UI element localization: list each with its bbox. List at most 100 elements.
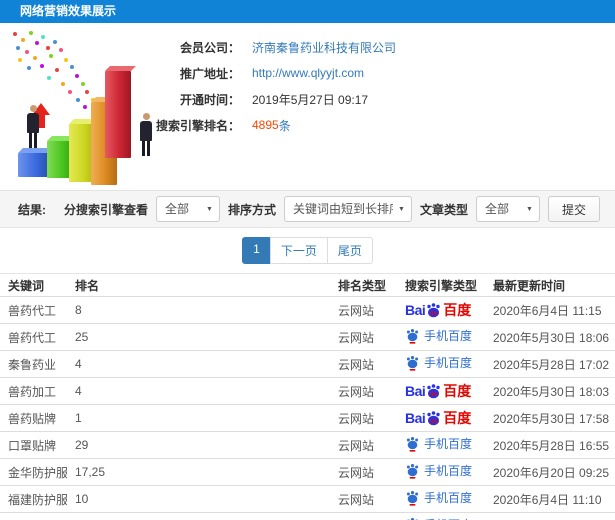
rank-link[interactable]: 10	[67, 485, 330, 513]
rank-type-cell: 云网站	[330, 323, 397, 351]
filter-controls: 分搜索引擎查看 全部 排序方式 关键词由短到长排序 文章类型 全部 提交	[64, 196, 600, 222]
keyword-cell: 兽药代工	[0, 323, 67, 351]
article-type-select[interactable]: 全部	[476, 197, 539, 221]
rank-type-cell: 云网站	[330, 296, 397, 324]
rank-link[interactable]: 4	[67, 350, 330, 378]
page-title: 网络营销效果展示	[20, 4, 117, 18]
rank-link[interactable]: 17,25	[67, 458, 330, 486]
company-label: 会员公司：	[179, 40, 240, 55]
open-time-value: 2019年5月27日 09:17	[252, 92, 369, 107]
table-row: 手机百度	[0, 512, 615, 520]
businessman-figure-left	[25, 105, 41, 148]
table-row: 兽药加工 4 云网站 Bai du 百度 2020年5月30日 18:03	[0, 377, 615, 405]
sort-label: 排序方式	[227, 202, 276, 217]
updated-time-cell	[485, 512, 615, 520]
table-header-row: 关键词 排名 排名类型 搜索引擎类型 最新更新时间	[0, 273, 615, 297]
table-row: 福建防护服 10 云网站 手机百度 2020年6月4日 11:10	[0, 485, 615, 513]
updated-time-cell: 2020年6月4日 11:10	[485, 485, 615, 513]
mobile-baidu-link[interactable]: 手机百度	[405, 327, 472, 344]
rank-type-cell: 云网站	[330, 485, 397, 513]
keyword-ranking-table: 关键词 排名 排名类型 搜索引擎类型 最新更新时间 兽药代工 8 云网站 Bai…	[0, 273, 615, 520]
confetti-decoration	[13, 32, 17, 36]
updated-time-cell: 2020年5月30日 17:58	[485, 404, 615, 432]
filter-bar: 结果: 分搜索引擎查看 全部 排序方式 关键词由短到长排序 文章类型 全部 提交	[0, 190, 615, 228]
last-page-button[interactable]: 尾页	[326, 237, 373, 264]
mobile-baidu-link[interactable]: 手机百度	[405, 435, 472, 452]
mobile-baidu-link[interactable]: 手机百度	[405, 489, 472, 506]
illustration-bar-5	[105, 71, 131, 158]
company-name-link[interactable]: 济南秦鲁药业科技有限公司	[252, 39, 396, 56]
col-header-keyword: 关键词	[0, 273, 67, 297]
company-info-section: 会员公司： 济南秦鲁药业科技有限公司 推广地址： http://www.qlyy…	[0, 23, 615, 190]
engine-view-select[interactable]: 全部	[156, 197, 219, 221]
col-header-rank: 排名	[67, 273, 330, 297]
promo-url-link[interactable]: http://www.qlyyjt.com	[252, 66, 364, 80]
rank-link[interactable]: 1	[67, 404, 330, 432]
engine-type-cell: 手机百度	[397, 512, 485, 520]
rank-link[interactable]: 4	[67, 377, 330, 405]
page-1-button[interactable]: 1	[242, 237, 271, 264]
rank-type-cell: 云网站	[330, 431, 397, 459]
svg-text:du: du	[430, 418, 438, 425]
pagination: 1 下一页 尾页	[242, 237, 373, 264]
illustration-bar-1	[18, 153, 49, 177]
keyword-cell: 福建防护服	[0, 485, 67, 513]
rank-link[interactable]: 25	[67, 323, 330, 351]
col-header-updated-time: 最新更新时间	[485, 273, 615, 297]
chevron-down-icon: 全部	[475, 196, 540, 222]
mobile-baidu-link[interactable]: 手机百度	[405, 516, 472, 520]
rank-link[interactable]: 8	[67, 296, 330, 324]
info-row-ranking-count: 搜索引擎排名： 4895 条	[130, 112, 396, 138]
next-page-button[interactable]: 下一页	[269, 237, 328, 264]
table-row: 金华防护服 17,25 云网站 手机百度 2020年6月20日 09:25	[0, 458, 615, 486]
keyword-cell: 兽药加工	[0, 377, 67, 405]
ranking-count-label: 搜索引擎排名：	[155, 118, 240, 133]
updated-time-cell: 2020年5月28日 17:02	[485, 350, 615, 378]
mobile-baidu-paw-icon	[406, 328, 419, 344]
engine-type-cell: 手机百度	[397, 323, 485, 351]
page-title-bar: 网络营销效果展示	[0, 0, 615, 23]
svg-text:du: du	[430, 391, 438, 398]
mobile-baidu-paw-icon	[406, 490, 419, 506]
mobile-baidu-paw-icon	[406, 355, 419, 371]
engine-view-label: 分搜索引擎查看	[63, 202, 148, 217]
promo-url-label: 推广地址：	[179, 66, 240, 81]
baidu-paw-icon: du	[427, 302, 440, 317]
keyword-cell	[0, 512, 67, 520]
open-time-label: 开通时间：	[179, 92, 240, 107]
chevron-down-icon: 关键词由短到长排序	[283, 196, 412, 222]
table-row: 兽药代工 25 云网站 手机百度 2020年5月30日 18:06	[0, 323, 615, 351]
submit-button[interactable]: 提交	[547, 196, 600, 222]
rank-link[interactable]	[67, 512, 330, 520]
engine-type-cell: 手机百度	[397, 431, 485, 459]
rank-type-cell: 云网站	[330, 404, 397, 432]
mobile-baidu-link[interactable]: 手机百度	[405, 462, 472, 479]
baidu-paw-icon: du	[427, 383, 440, 398]
updated-time-cell: 2020年5月30日 18:03	[485, 377, 615, 405]
updated-time-cell: 2020年6月4日 11:15	[485, 296, 615, 324]
updated-time-cell: 2020年6月20日 09:25	[485, 458, 615, 486]
engine-type-cell: 手机百度	[397, 350, 485, 378]
updated-time-cell: 2020年5月30日 18:06	[485, 323, 615, 351]
table-row: 兽药代工 8 云网站 Bai du 百度 2020年6月4日 11:15	[0, 296, 615, 324]
rank-link[interactable]: 29	[67, 431, 330, 459]
info-row-open-time: 开通时间： 2019年5月27日 09:17	[130, 86, 396, 112]
pagination-zone: 1 下一页 尾页	[0, 228, 615, 273]
keyword-cell: 兽药贴牌	[0, 404, 67, 432]
info-row-company: 会员公司： 济南秦鲁药业科技有限公司	[130, 34, 396, 60]
ranking-count-unit: 条	[278, 118, 291, 133]
mobile-baidu-link[interactable]: 手机百度	[405, 354, 472, 371]
keyword-cell: 金华防护服	[0, 458, 67, 486]
engine-type-cell: Bai du 百度	[397, 404, 485, 432]
engine-type-cell: Bai du 百度	[397, 377, 485, 405]
keyword-cell: 口罩贴牌	[0, 431, 67, 459]
engine-type-cell: 手机百度	[397, 458, 485, 486]
result-label: 结果:	[18, 202, 46, 217]
rank-type-cell: 云网站	[330, 350, 397, 378]
chevron-down-icon: 全部	[155, 196, 220, 222]
col-header-rank-type: 排名类型	[330, 273, 397, 297]
mobile-baidu-paw-icon	[406, 463, 419, 479]
sort-select[interactable]: 关键词由短到长排序	[284, 197, 411, 221]
rank-type-cell: 云网站	[330, 377, 397, 405]
mobile-baidu-paw-icon	[406, 436, 419, 452]
